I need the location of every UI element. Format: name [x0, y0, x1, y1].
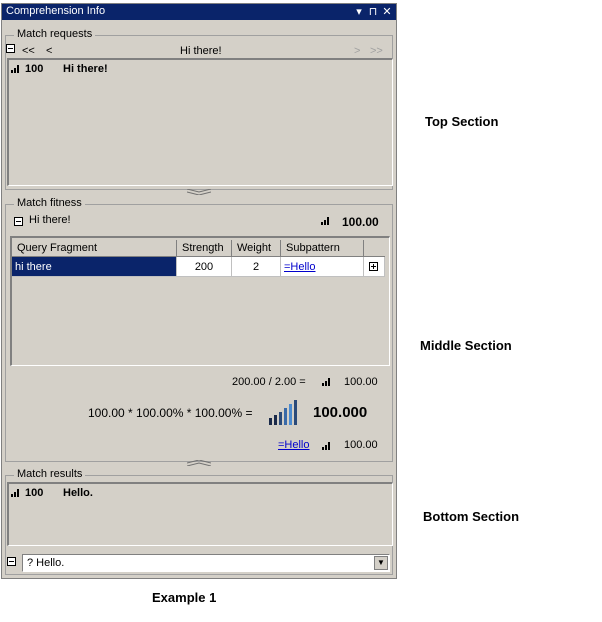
pin-icon[interactable]: ⊓	[366, 4, 380, 20]
cell-query-fragment[interactable]: hi there	[12, 256, 177, 277]
signal-icon	[11, 489, 21, 497]
next-button[interactable]: >	[354, 45, 360, 57]
current-request-label: Hi there!	[180, 45, 222, 57]
column-header-expand	[363, 240, 384, 257]
signal-icon	[11, 65, 21, 73]
cell-subpattern[interactable]: =Hello	[280, 256, 364, 277]
signal-icon	[321, 217, 331, 225]
column-header-weight[interactable]: Weight	[231, 240, 281, 257]
cell-expand[interactable]	[363, 256, 385, 277]
caption-example: Example 1	[152, 590, 217, 605]
list-item[interactable]: 100 Hello.	[11, 487, 381, 501]
cell-strength[interactable]: 200	[176, 256, 232, 277]
first-button[interactable]: <<	[22, 45, 35, 57]
result-input-combo[interactable]: ? Hello. ▼	[22, 554, 390, 572]
fitness-table: Query Fragment Strength Weight Subpatter…	[12, 240, 385, 277]
prev-button[interactable]: <	[46, 45, 52, 57]
collapse-toggle-icon[interactable]	[6, 44, 15, 53]
annotation-bottom-section: Bottom Section	[423, 509, 520, 524]
comprehension-info-panel: Comprehension Info ▾ ⊓ ✕ Match requests …	[1, 3, 397, 579]
match-fitness-label: Match fitness	[14, 197, 85, 209]
fitness-header-score: 100.00	[342, 215, 379, 229]
match-requests-label: Match requests	[14, 28, 96, 40]
calc-total-expression: 100.00 * 100.00% * 100.00% =	[88, 406, 253, 420]
collapse-toggle-icon[interactable]	[7, 557, 16, 566]
splitter-grip-icon[interactable]	[187, 189, 211, 195]
calc-division-score: 100.00	[344, 376, 378, 388]
match-results-list[interactable]: 100 Hello.	[7, 482, 393, 546]
list-item[interactable]: 100 Hi there!	[11, 63, 381, 77]
collapse-toggle-icon[interactable]	[14, 217, 23, 226]
panel-title: Comprehension Info	[6, 5, 106, 17]
table-row[interactable]: hi there 200 2 =Hello	[12, 256, 385, 277]
fitness-header-text: Hi there!	[29, 214, 71, 226]
request-text: Hi there!	[63, 63, 108, 75]
request-score: 100	[25, 63, 44, 75]
calc-subpattern-score: 100.00	[344, 439, 378, 451]
calc-subpattern-link[interactable]: =Hello	[278, 439, 310, 451]
signal-strength-large-icon	[269, 400, 297, 425]
signal-icon	[322, 442, 332, 450]
splitter-grip-icon[interactable]	[187, 460, 211, 466]
dropdown-icon[interactable]: ▾	[352, 4, 366, 20]
match-requests-list[interactable]: 100 Hi there!	[7, 58, 393, 186]
annotation-middle-section: Middle Section	[420, 338, 512, 353]
result-text: Hello.	[63, 487, 93, 499]
table-header-row: Query Fragment Strength Weight Subpatter…	[12, 240, 384, 257]
match-results-label: Match results	[14, 468, 86, 480]
result-score: 100	[25, 487, 44, 499]
last-button[interactable]: >>	[370, 45, 383, 57]
expand-icon[interactable]	[369, 262, 378, 271]
column-header-query-fragment[interactable]: Query Fragment	[12, 240, 177, 257]
column-header-subpattern[interactable]: Subpattern	[280, 240, 364, 257]
subpattern-link[interactable]: =Hello	[284, 261, 316, 273]
chevron-down-icon[interactable]: ▼	[374, 556, 388, 570]
column-header-strength[interactable]: Strength	[176, 240, 232, 257]
signal-icon	[322, 378, 332, 386]
annotation-top-section: Top Section	[425, 114, 499, 129]
cell-weight[interactable]: 2	[231, 256, 281, 277]
result-input-value[interactable]: ? Hello.	[27, 557, 64, 569]
calc-division-expression: 200.00 / 2.00 =	[232, 376, 306, 388]
calc-total-score: 100.000	[313, 404, 368, 421]
close-icon[interactable]: ✕	[380, 4, 394, 20]
panel-titlebar[interactable]: Comprehension Info ▾ ⊓ ✕	[2, 4, 396, 20]
